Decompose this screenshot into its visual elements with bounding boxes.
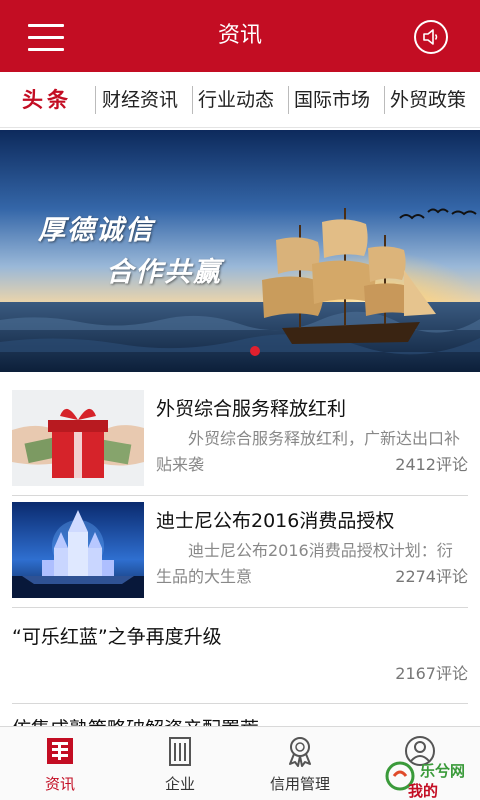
- news-item[interactable]: “可乐红蓝”之争再度升级 2167评论: [12, 608, 468, 704]
- nav-label: 信用管理: [269, 775, 330, 793]
- comment-count: 2412评论: [391, 451, 468, 475]
- page-title: 资讯: [217, 23, 262, 48]
- news-title: 外贸综合服务释放红利: [156, 398, 347, 420]
- tab-headlines[interactable]: 头条: [22, 84, 72, 116]
- menu-icon[interactable]: [28, 22, 64, 52]
- tab-finance-news[interactable]: 财经资讯: [102, 84, 178, 116]
- tab-international-market[interactable]: 国际市场: [294, 84, 370, 116]
- comment-count: 2167评论: [391, 660, 468, 684]
- building-icon: [169, 737, 191, 766]
- tab-divider: [95, 86, 96, 114]
- news-title: “可乐红蓝”之争再度升级: [12, 626, 222, 648]
- nav-news[interactable]: 资讯: [0, 727, 120, 800]
- castle-icon: [12, 502, 144, 598]
- site-watermark: 乐兮网 我的: [384, 756, 480, 800]
- news-item[interactable]: 仿集成熟策略破解资产配置荒: [12, 704, 468, 726]
- watermark-text: 乐兮网: [420, 762, 466, 780]
- nav-enterprise[interactable]: 企业: [120, 727, 240, 800]
- nav-label: 资讯: [44, 775, 75, 793]
- tab-divider: [384, 86, 385, 114]
- speaker-icon[interactable]: [414, 20, 448, 54]
- comment-count: 2274评论: [391, 563, 468, 587]
- top-bar: 资讯: [0, 0, 480, 72]
- tab-divider: [288, 86, 289, 114]
- gift-box-money-icon: [12, 390, 144, 486]
- tab-divider: [192, 86, 193, 114]
- news-icon: [47, 738, 73, 764]
- news-item[interactable]: 外贸综合服务释放红利 外贸综合服务释放红利，广新达出口补贴来袭 2412评论: [12, 384, 468, 496]
- news-item[interactable]: 迪士尼公布2016消费品授权 迪士尼公布2016消费品授权计划：衍生品的大生意 …: [12, 496, 468, 608]
- nav-label-mine: 我的: [408, 782, 439, 800]
- tab-industry-news[interactable]: 行业动态: [198, 84, 274, 116]
- banner-slogan-line1: 厚德诚信: [38, 215, 154, 246]
- award-icon: [289, 737, 311, 767]
- carousel-dot-active[interactable]: [250, 346, 260, 356]
- category-tabs: 头条 财经资讯 行业动态 国际市场 外贸政策: [0, 72, 480, 128]
- news-title: 迪士尼公布2016消费品授权: [156, 510, 395, 532]
- nav-credit-management[interactable]: 信用管理: [240, 727, 360, 800]
- ship-sunset-image: [0, 130, 480, 372]
- news-title: 仿集成熟策略破解资产配置荒: [12, 714, 259, 726]
- banner-carousel[interactable]: 厚德诚信 合作共赢: [0, 130, 480, 372]
- tab-trade-policy[interactable]: 外贸政策: [390, 84, 466, 116]
- nav-label: 企业: [164, 775, 195, 793]
- banner-slogan-line2: 合作共赢: [106, 257, 222, 288]
